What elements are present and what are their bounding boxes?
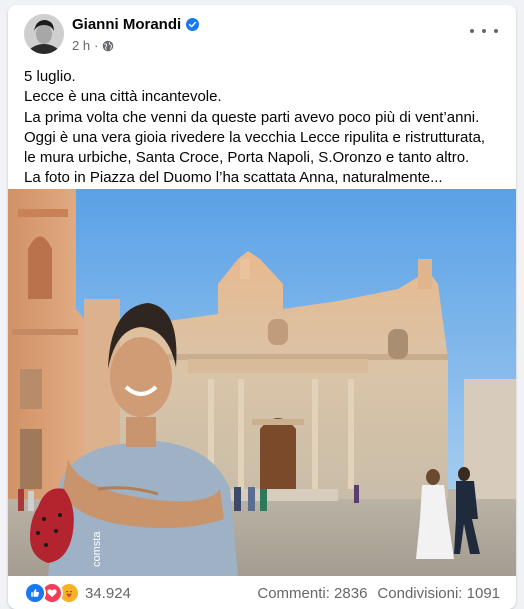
comments-count-link[interactable]: Commenti: 2836 bbox=[257, 585, 367, 602]
post-card: Gianni Morandi 2 h · 5 luglio. Lecce è u… bbox=[8, 5, 516, 609]
post-text-line: La prima volta che venni da queste parti… bbox=[24, 108, 480, 126]
engagement-stats: Commenti: 2836 Condivisioni: 1091 bbox=[257, 585, 500, 602]
shares-count-link[interactable]: Condivisioni: 1091 bbox=[377, 585, 500, 602]
post-text-line: La foto in Piazza del Duomo l’ha scattat… bbox=[24, 169, 443, 187]
author-name[interactable]: Gianni Morandi bbox=[72, 16, 181, 33]
meta-separator: · bbox=[94, 38, 99, 53]
avatar[interactable] bbox=[24, 14, 64, 54]
post-photo[interactable]: comsta bbox=[8, 189, 516, 576]
post-timestamp[interactable]: 2 h bbox=[72, 38, 90, 53]
post-text-line: Oggi è una vera gioia rivedere la vecchi… bbox=[24, 128, 486, 146]
tshirt-text: comsta bbox=[91, 531, 103, 567]
like-reaction-icon bbox=[24, 582, 46, 604]
globe-icon[interactable] bbox=[102, 40, 114, 52]
post-text-line: 5 luglio. bbox=[24, 68, 76, 85]
more-options-icon[interactable] bbox=[470, 23, 498, 39]
post-text-line: Lecce è una città incantevole. bbox=[24, 88, 222, 106]
reactions-summary[interactable]: 34.924 bbox=[24, 582, 131, 604]
post-footer: 34.924 Commenti: 2836 Condivisioni: 1091 bbox=[8, 576, 516, 609]
verified-badge-icon bbox=[186, 18, 200, 31]
post-text-line: le mura urbiche, Santa Croce, Porta Napo… bbox=[24, 149, 470, 167]
reactions-count: 34.924 bbox=[85, 584, 131, 602]
post-text: 5 luglio. Lecce è una città incantevole.… bbox=[24, 67, 504, 189]
post-header: Gianni Morandi 2 h · bbox=[8, 5, 516, 61]
